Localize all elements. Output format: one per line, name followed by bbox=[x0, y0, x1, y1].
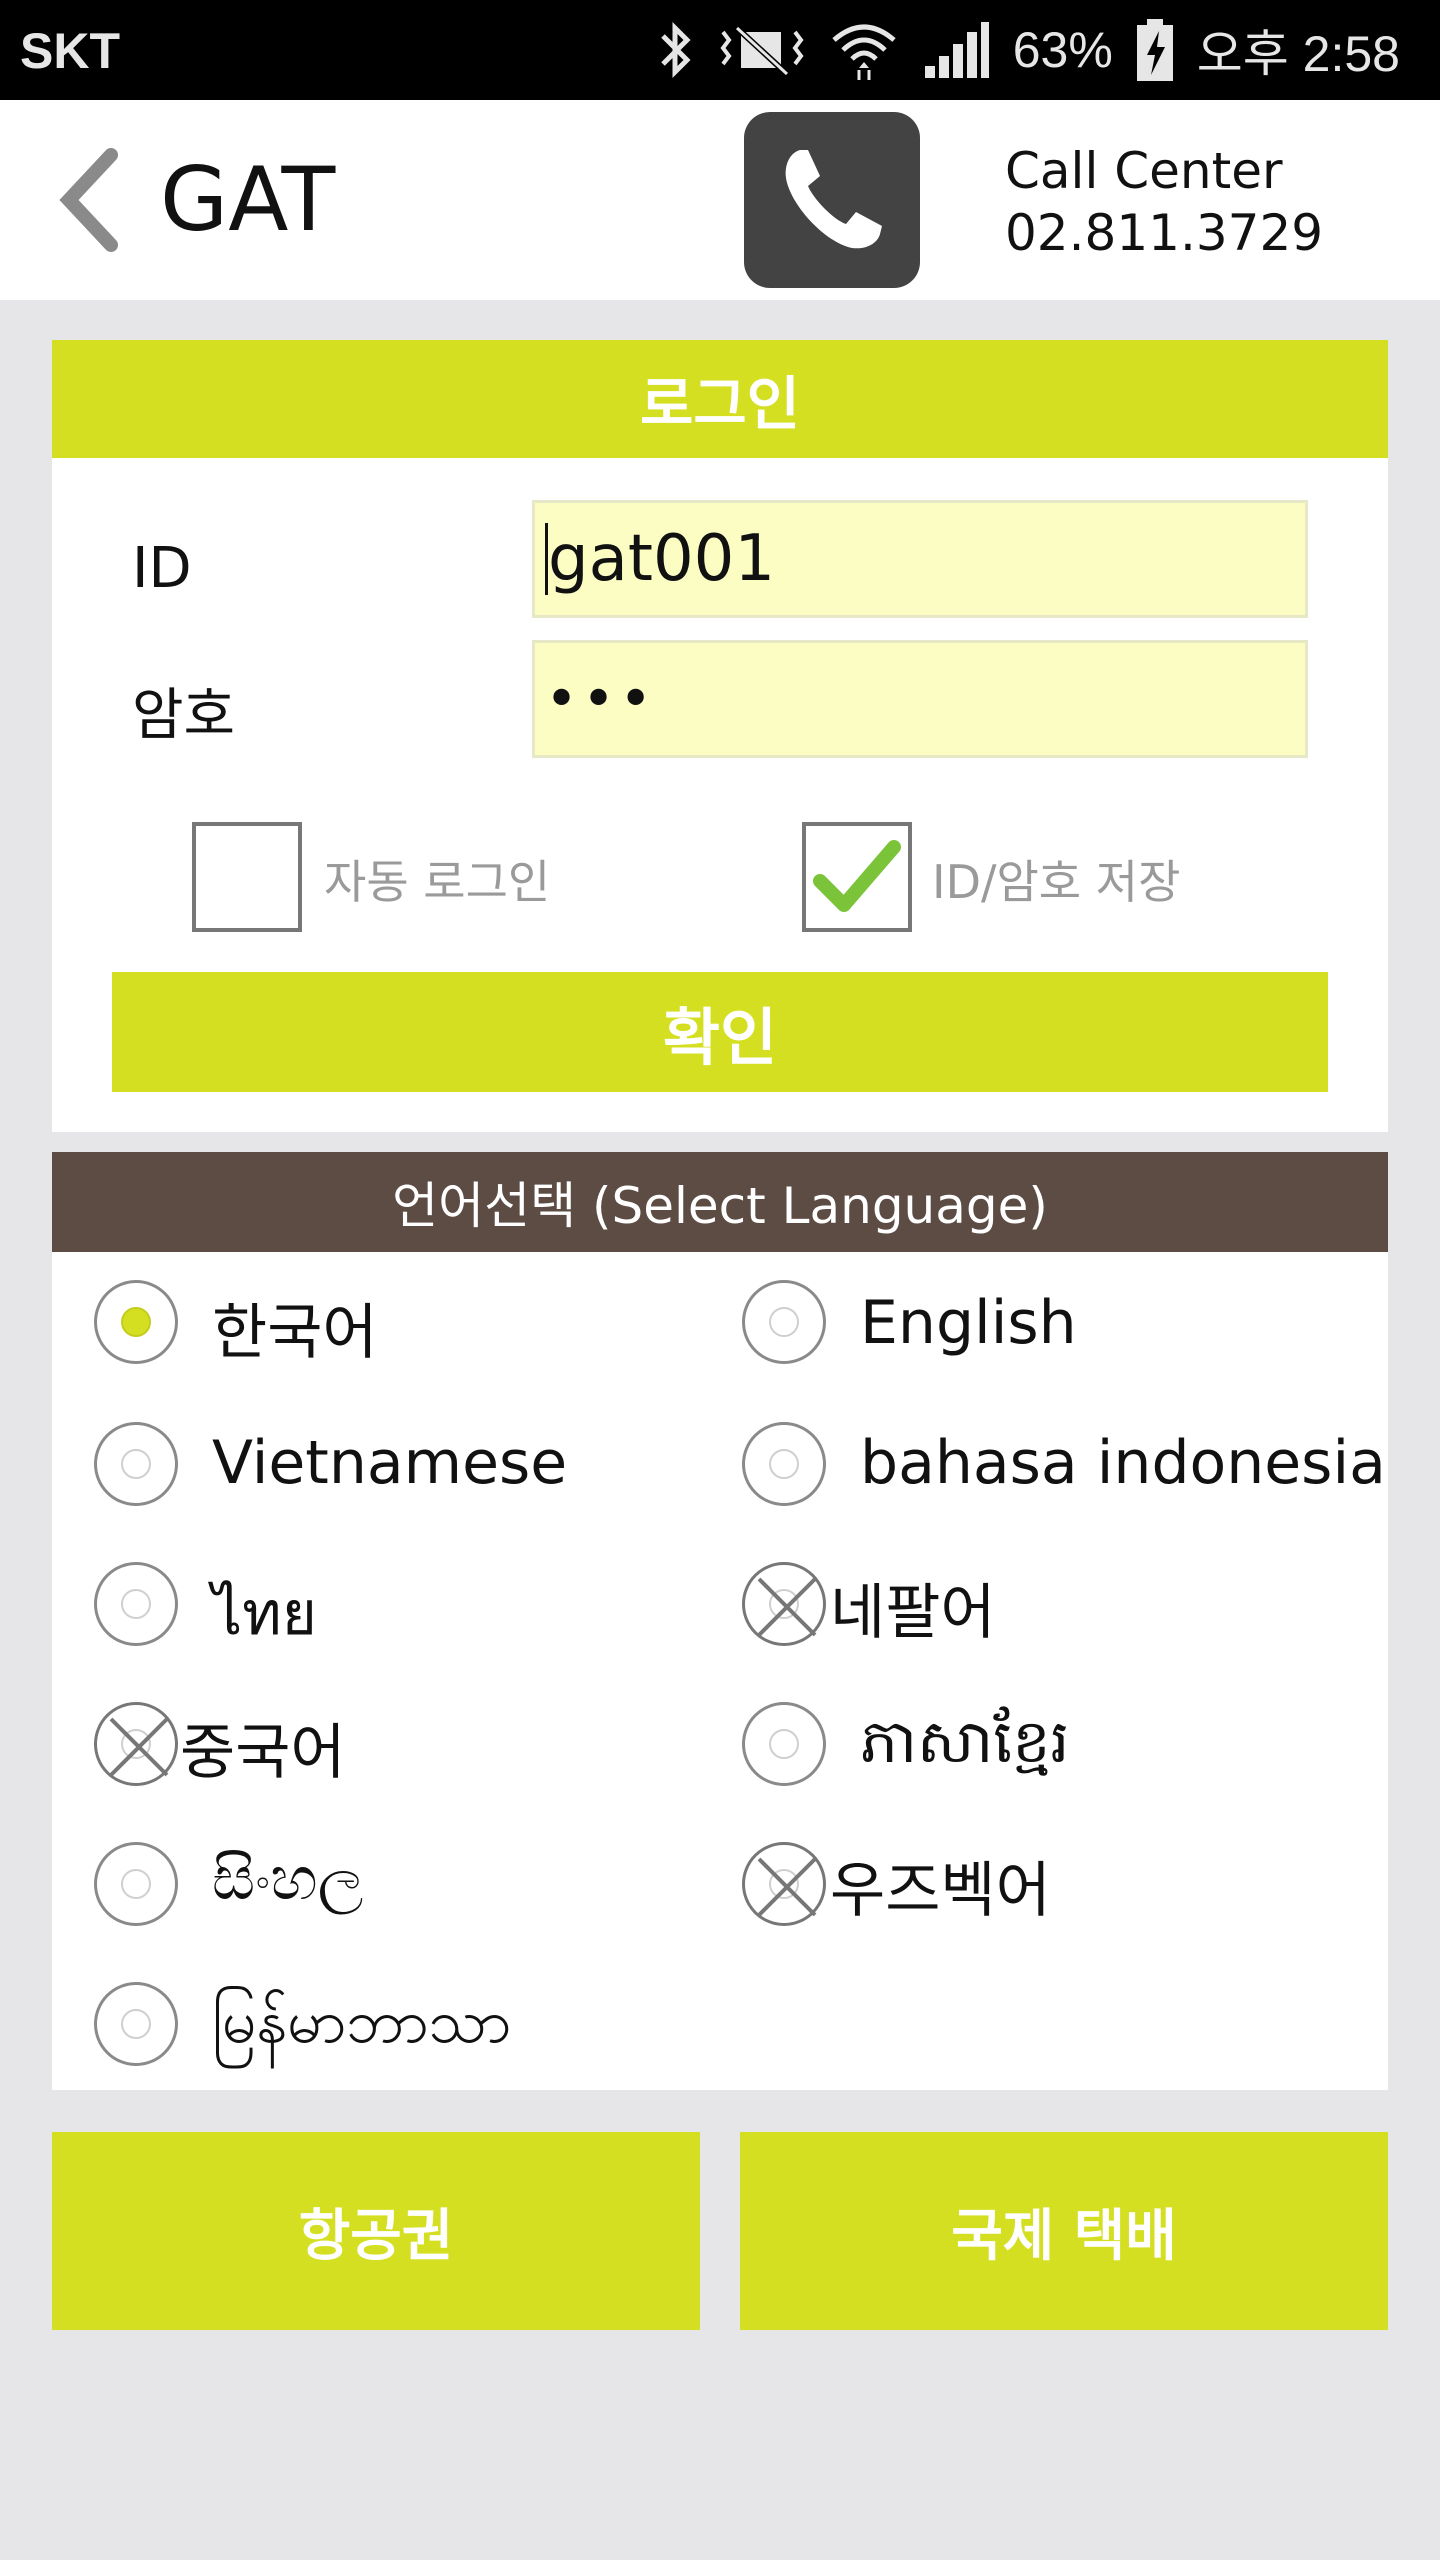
radio-dot bbox=[121, 1449, 151, 1479]
language-option-label[interactable]: 네팔어 bbox=[830, 1564, 996, 1651]
radio-dot bbox=[769, 1449, 799, 1479]
international-courier-button[interactable]: 국제 택배 bbox=[740, 2132, 1388, 2330]
carrier-name: SKT bbox=[20, 23, 120, 79]
radio-burmese[interactable] bbox=[94, 1982, 178, 2066]
battery-percent: 63% bbox=[1012, 22, 1113, 78]
language-option-label[interactable]: Vietnamese bbox=[212, 1428, 567, 1498]
status-bar: SKT 63% 오후 2:58 bbox=[0, 0, 1440, 100]
language-title: 언어선택 (Select Language) bbox=[52, 1152, 1388, 1252]
status-icons: 63% 오후 2:58 bbox=[655, 14, 1400, 86]
battery-icon bbox=[1135, 17, 1175, 83]
checkmark-icon bbox=[813, 840, 901, 912]
language-option-label[interactable]: bahasa indonesia bbox=[860, 1428, 1386, 1498]
bluetooth-icon bbox=[655, 18, 695, 82]
language-option-label[interactable]: 한국어 bbox=[212, 1284, 378, 1371]
flight-ticket-button[interactable]: 항공권 bbox=[52, 2132, 700, 2330]
password-label: 암호 bbox=[132, 683, 236, 748]
auto-login-checkbox[interactable] bbox=[192, 822, 302, 932]
disabled-x-icon bbox=[757, 1857, 817, 1917]
disabled-x-icon bbox=[109, 1717, 169, 1777]
call-center-label: Call Center bbox=[1005, 142, 1283, 200]
radio-english[interactable] bbox=[742, 1280, 826, 1364]
wifi-icon bbox=[829, 18, 899, 82]
password-input-value: ••• bbox=[545, 666, 657, 732]
save-credentials-label: ID/암호 저장 bbox=[932, 855, 1181, 909]
radio-nepali[interactable] bbox=[742, 1562, 826, 1646]
vibrate-icon bbox=[717, 20, 807, 80]
id-input-value: gat001 bbox=[548, 522, 776, 596]
app-header: GAT Call Center 02.811.3729 bbox=[0, 100, 1440, 300]
language-card: 언어선택 (Select Language) 한국어 English Vietn… bbox=[52, 1152, 1388, 2090]
radio-korean[interactable] bbox=[94, 1280, 178, 1364]
radio-khmer[interactable] bbox=[742, 1702, 826, 1786]
language-option-label[interactable]: English bbox=[860, 1288, 1077, 1358]
language-option-label[interactable]: ไทย bbox=[212, 1566, 317, 1661]
radio-chinese[interactable] bbox=[94, 1702, 178, 1786]
radio-dot bbox=[769, 1307, 799, 1337]
id-label: ID bbox=[132, 536, 192, 601]
radio-vietnamese[interactable] bbox=[94, 1422, 178, 1506]
login-title: 로그인 bbox=[52, 340, 1388, 458]
page-title: GAT bbox=[160, 148, 336, 251]
language-option-label[interactable]: සිංහල bbox=[212, 1844, 363, 1914]
save-credentials-checkbox[interactable] bbox=[802, 822, 912, 932]
radio-dot bbox=[121, 2009, 151, 2039]
auto-login-label: 자동 로그인 bbox=[324, 855, 551, 909]
call-button[interactable] bbox=[744, 112, 920, 288]
signal-icon bbox=[921, 18, 991, 82]
radio-thai[interactable] bbox=[94, 1562, 178, 1646]
chevron-left-icon bbox=[59, 148, 118, 252]
back-button[interactable] bbox=[40, 142, 140, 258]
id-input[interactable]: gat001 bbox=[532, 500, 1308, 618]
radio-dot bbox=[121, 1869, 151, 1899]
password-input[interactable]: ••• bbox=[532, 640, 1308, 758]
radio-uzbek[interactable] bbox=[742, 1842, 826, 1926]
language-option-label[interactable]: 중국어 bbox=[180, 1704, 346, 1791]
phone-icon bbox=[785, 150, 882, 249]
radio-dot bbox=[121, 1589, 151, 1619]
login-card: 로그인 ID gat001 암호 ••• 자동 로그인 ID/암호 저장 확인 bbox=[52, 340, 1388, 1132]
language-option-label[interactable]: ភាសាខ្មែរ bbox=[860, 1704, 1069, 1792]
radio-indonesian[interactable] bbox=[742, 1422, 826, 1506]
call-center-number: 02.811.3729 bbox=[1005, 204, 1324, 262]
disabled-x-icon bbox=[757, 1577, 817, 1637]
radio-sinhala[interactable] bbox=[94, 1842, 178, 1926]
language-option-label[interactable]: မြန်မာဘာသာ bbox=[212, 1984, 511, 2072]
confirm-button[interactable]: 확인 bbox=[112, 972, 1328, 1092]
radio-dot bbox=[121, 1307, 151, 1337]
radio-dot bbox=[769, 1729, 799, 1759]
language-option-label[interactable]: 우즈벡어 bbox=[830, 1842, 1051, 1929]
clock: 오후 2:58 bbox=[1196, 26, 1400, 82]
call-center-info: Call Center 02.811.3729 bbox=[1005, 140, 1323, 264]
